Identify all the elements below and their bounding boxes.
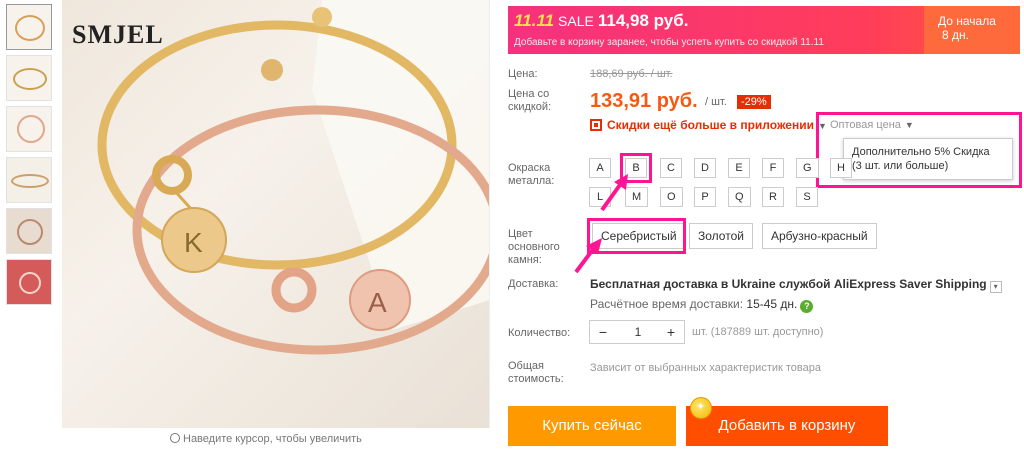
- svg-text:A: A: [368, 287, 387, 318]
- buy-now-button[interactable]: Купить сейчас: [508, 406, 676, 446]
- metal-option-q[interactable]: Q: [728, 187, 751, 207]
- metal-option-f[interactable]: F: [762, 158, 784, 178]
- shipping-label: Доставка:: [508, 278, 559, 290]
- quantity-input[interactable]: 1: [620, 321, 656, 343]
- qr-code-icon: [590, 119, 602, 131]
- chevron-down-icon[interactable]: ▾: [989, 281, 1002, 293]
- increase-button[interactable]: +: [660, 321, 682, 343]
- quantity-stepper: − 1 +: [589, 320, 685, 344]
- price-label: Цена:: [508, 68, 538, 80]
- original-price: 188,69 руб. / шт.: [590, 68, 673, 80]
- stone-option-watermelon[interactable]: Арбузно-красный: [762, 223, 877, 249]
- stone-color-label: Цвет основного камня:: [508, 228, 560, 266]
- zoom-hint: Наведите курсор, чтобы увеличить: [170, 433, 362, 445]
- coin-icon: [690, 397, 712, 419]
- metal-option-e[interactable]: E: [728, 158, 750, 178]
- sale-banner[interactable]: 11.11 SALE 114,98 руб. Добавьте в корзину …: [508, 6, 1020, 54]
- annotation-arrow-metal: [600, 174, 628, 212]
- metal-option-d[interactable]: D: [694, 158, 716, 178]
- metal-option-s[interactable]: S: [796, 187, 818, 207]
- per-unit: / шт.: [705, 96, 727, 108]
- quantity-label: Количество:: [508, 327, 571, 339]
- total-label: Общая стоимость:: [508, 360, 564, 385]
- thumbnail-strip: [6, 4, 56, 310]
- metal-option-h[interactable]: H: [830, 158, 852, 178]
- magnifier-icon: [170, 433, 180, 443]
- thumbnail-6[interactable]: [6, 259, 52, 305]
- help-icon[interactable]: ?: [800, 300, 814, 313]
- shipping-method[interactable]: Бесплатная доставка в Ukraine службой Al…: [590, 277, 1002, 293]
- metal-option-r[interactable]: R: [762, 187, 784, 207]
- discount-badge: -29%: [737, 95, 771, 109]
- chevron-down-icon: ▼: [904, 120, 914, 130]
- sale-subtitle: Добавьте в корзину заранее, чтобы успеть…: [514, 37, 824, 48]
- app-discount-link[interactable]: Скидки ещё больше в приложении ▼: [590, 118, 827, 132]
- annotation-arrow-stone: [574, 238, 602, 274]
- delivery-time: Расчётное время доставки: 15-45 дн.?: [590, 297, 814, 313]
- thumbnail-3[interactable]: [6, 106, 52, 152]
- sale-countdown: До начала 8 дн.: [924, 6, 1020, 54]
- stone-option-gold[interactable]: Золотой: [689, 223, 753, 249]
- discounted-price: 133,91 руб.: [590, 90, 698, 112]
- metal-option-p[interactable]: P: [694, 187, 716, 207]
- add-to-cart-button[interactable]: Добавить в корзину: [686, 406, 888, 446]
- svg-text:K: K: [184, 227, 203, 258]
- sale-label: SALE: [558, 13, 594, 29]
- metal-option-c[interactable]: C: [660, 158, 682, 178]
- thumbnail-1[interactable]: [6, 4, 52, 50]
- event-tag: 11.11: [514, 11, 555, 30]
- total-note: Зависит от выбранных характеристик товар…: [590, 362, 821, 374]
- bracelet-illustration: K A: [97, 0, 489, 355]
- metal-option-g[interactable]: G: [796, 158, 819, 178]
- metal-option-o[interactable]: O: [660, 187, 683, 207]
- wholesale-price-toggle[interactable]: Оптовая цена ▼: [830, 119, 914, 131]
- main-product-image[interactable]: SMJEL K A: [62, 0, 490, 428]
- decrease-button[interactable]: −: [592, 321, 614, 343]
- thumbnail-2[interactable]: [6, 55, 52, 101]
- metal-color-label: Окраска металла:: [508, 162, 555, 187]
- wholesale-tooltip: Дополнительно 5% Скидка (3 шт. или больш…: [843, 138, 1013, 180]
- thumbnail-4[interactable]: [6, 157, 52, 203]
- discount-price-label: Цена со скидкой:: [508, 88, 552, 113]
- quantity-available: шт. (187889 шт. доступно): [692, 326, 824, 338]
- sale-price: 114,98 руб.: [597, 11, 689, 30]
- thumbnail-5[interactable]: [6, 208, 52, 254]
